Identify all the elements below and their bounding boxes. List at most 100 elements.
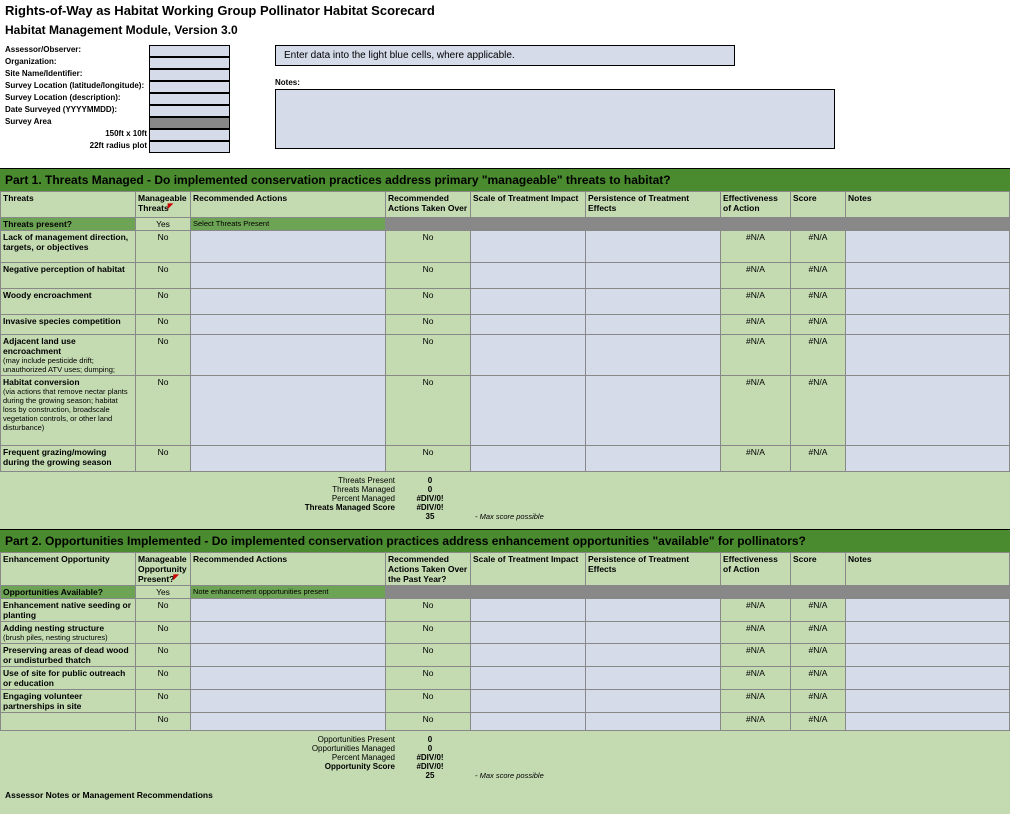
cell-scale[interactable]: [471, 376, 586, 446]
cell-notes[interactable]: [846, 289, 1010, 315]
cell-rec-actions[interactable]: [191, 599, 386, 622]
input-latlon[interactable]: [149, 81, 230, 93]
cell-notes[interactable]: [846, 231, 1010, 263]
cell-rec-actions[interactable]: [191, 289, 386, 315]
cell-scale[interactable]: [471, 335, 586, 376]
cell-score: #N/A: [791, 690, 846, 713]
cell-persist[interactable]: [586, 622, 721, 644]
opps-available-value[interactable]: Yes: [136, 586, 191, 599]
cell-scale[interactable]: [471, 622, 586, 644]
cell-scale[interactable]: [471, 289, 586, 315]
cell-rec-taken[interactable]: No: [386, 713, 471, 731]
cell-rec-taken[interactable]: No: [386, 644, 471, 667]
cell-rec-actions[interactable]: [191, 315, 386, 335]
cell-persist[interactable]: [586, 690, 721, 713]
input-area: [149, 117, 230, 129]
cell-rec-taken[interactable]: No: [386, 231, 471, 263]
cell-notes[interactable]: [846, 263, 1010, 289]
cell-persist[interactable]: [586, 263, 721, 289]
cell-persist[interactable]: [586, 644, 721, 667]
cell-notes[interactable]: [846, 315, 1010, 335]
cell-scale[interactable]: [471, 231, 586, 263]
cell-scale[interactable]: [471, 713, 586, 731]
cell-persist[interactable]: [586, 667, 721, 690]
cell-notes[interactable]: [846, 622, 1010, 644]
cell-rec-actions[interactable]: [191, 622, 386, 644]
cell-notes[interactable]: [846, 713, 1010, 731]
cell-manageable[interactable]: No: [136, 599, 191, 622]
input-site[interactable]: [149, 69, 230, 81]
cell-scale[interactable]: [471, 690, 586, 713]
cell-rec-actions[interactable]: [191, 446, 386, 472]
cell-persist[interactable]: [586, 713, 721, 731]
cell-manageable[interactable]: No: [136, 263, 191, 289]
cell-rec-actions[interactable]: [191, 713, 386, 731]
col-rec-taken2: Recommended Actions Taken Over the Past …: [386, 553, 471, 586]
threats-present-value[interactable]: Yes: [136, 218, 191, 231]
cell-effect: #N/A: [721, 644, 791, 667]
sum-label: Threats Managed Score: [0, 503, 405, 512]
cell-scale[interactable]: [471, 599, 586, 622]
input-desc[interactable]: [149, 93, 230, 105]
cell-notes[interactable]: [846, 667, 1010, 690]
cell-scale[interactable]: [471, 644, 586, 667]
cell-effect: #N/A: [721, 231, 791, 263]
cell-notes[interactable]: [846, 376, 1010, 446]
cell-score: #N/A: [791, 446, 846, 472]
cell-persist[interactable]: [586, 376, 721, 446]
cell-persist[interactable]: [586, 335, 721, 376]
cell-notes[interactable]: [846, 599, 1010, 622]
cell-rec-actions[interactable]: [191, 667, 386, 690]
cell-rec-taken[interactable]: No: [386, 263, 471, 289]
cell-rec-taken[interactable]: No: [386, 376, 471, 446]
cell-persist[interactable]: [586, 231, 721, 263]
cell-notes[interactable]: [846, 644, 1010, 667]
cell-persist[interactable]: [586, 599, 721, 622]
cell-rec-taken[interactable]: No: [386, 667, 471, 690]
cell-manageable[interactable]: No: [136, 315, 191, 335]
input-org[interactable]: [149, 57, 230, 69]
cell-rec-actions[interactable]: [191, 644, 386, 667]
cell-persist[interactable]: [586, 289, 721, 315]
input-assessor[interactable]: [149, 45, 230, 57]
cell-scale[interactable]: [471, 315, 586, 335]
part1-summary: Threats Present0 Threats Managed0 Percen…: [0, 472, 1010, 529]
cell-manageable[interactable]: No: [136, 622, 191, 644]
cell-rec-actions[interactable]: [191, 690, 386, 713]
cell-notes[interactable]: [846, 335, 1010, 376]
cell-manageable[interactable]: No: [136, 446, 191, 472]
cell-persist[interactable]: [586, 315, 721, 335]
input-size1[interactable]: [149, 129, 230, 141]
cell-persist[interactable]: [586, 446, 721, 472]
cell-rec-actions[interactable]: [191, 376, 386, 446]
cell-rec-actions[interactable]: [191, 335, 386, 376]
cell-notes[interactable]: [846, 446, 1010, 472]
notes-input[interactable]: [275, 89, 835, 149]
cell-manageable[interactable]: No: [136, 231, 191, 263]
input-date[interactable]: [149, 105, 230, 117]
cell-manageable[interactable]: No: [136, 667, 191, 690]
cell-rec-taken[interactable]: No: [386, 690, 471, 713]
cell-scale[interactable]: [471, 263, 586, 289]
cell-manageable[interactable]: No: [136, 713, 191, 731]
cell-rec-taken[interactable]: No: [386, 335, 471, 376]
sum-label: Opportunities Present: [0, 735, 405, 744]
cell-scale[interactable]: [471, 667, 586, 690]
cell-rec-taken[interactable]: No: [386, 315, 471, 335]
label-date: Date Surveyed (YYYYMMDD):: [5, 105, 149, 117]
cell-manageable[interactable]: No: [136, 690, 191, 713]
cell-manageable[interactable]: No: [136, 335, 191, 376]
cell-rec-taken[interactable]: No: [386, 446, 471, 472]
cell-manageable[interactable]: No: [136, 289, 191, 315]
cell-rec-actions[interactable]: [191, 263, 386, 289]
cell-manageable[interactable]: No: [136, 376, 191, 446]
input-size2[interactable]: [149, 141, 230, 153]
cell-rec-taken[interactable]: No: [386, 289, 471, 315]
cell-notes[interactable]: [846, 690, 1010, 713]
cell-rec-actions[interactable]: [191, 231, 386, 263]
cell-rec-taken[interactable]: No: [386, 599, 471, 622]
page-title: Rights-of-Way as Habitat Working Group P…: [0, 0, 1010, 21]
cell-rec-taken[interactable]: No: [386, 622, 471, 644]
cell-manageable[interactable]: No: [136, 644, 191, 667]
cell-scale[interactable]: [471, 446, 586, 472]
